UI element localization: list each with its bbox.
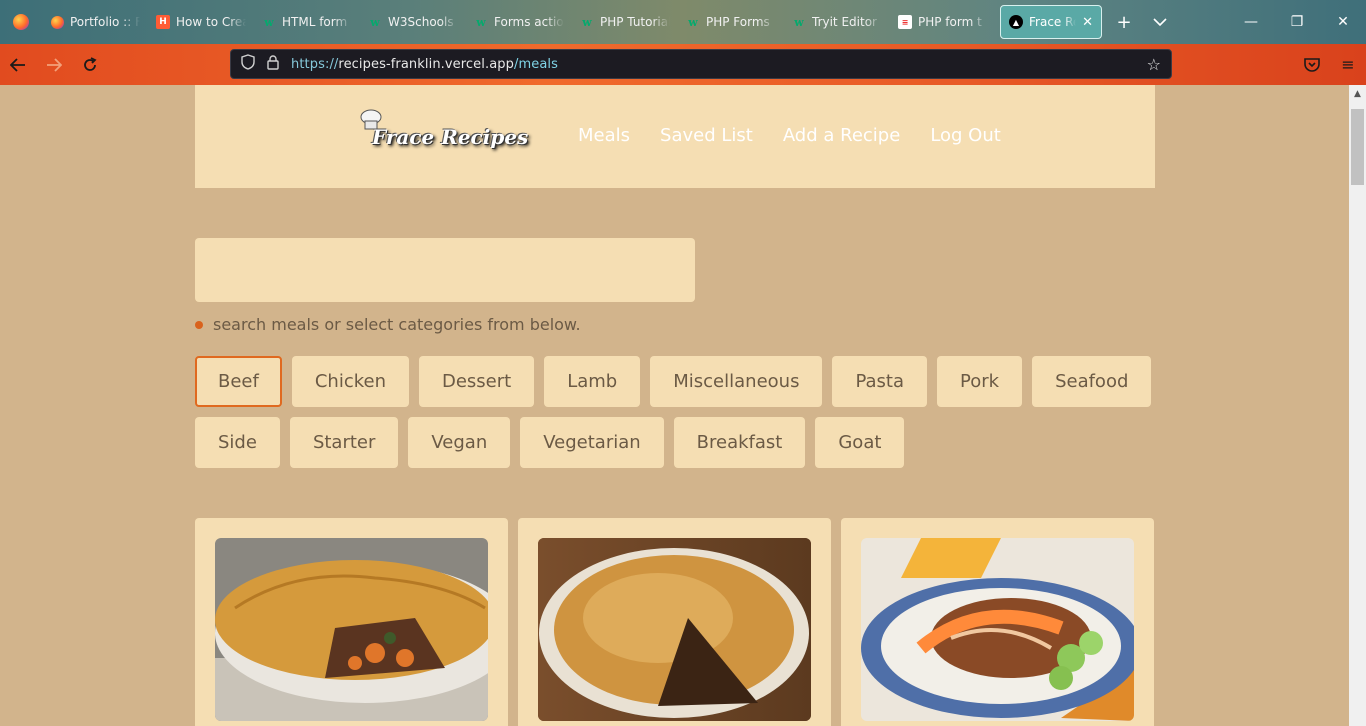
browser-tab-bar: Portfolio :: Frank H How to Create w HTM…	[0, 0, 1366, 44]
site-nav: Meals Saved List Add a Recipe Log Out	[578, 125, 1001, 146]
back-arrow-icon[interactable]	[0, 44, 36, 85]
search-input[interactable]	[195, 238, 695, 302]
category-lamb[interactable]: Lamb	[544, 356, 641, 407]
meal-card[interactable]	[518, 518, 831, 726]
reload-icon[interactable]	[72, 44, 108, 85]
bullet-dot	[195, 320, 203, 329]
nav-add-recipe[interactable]: Add a Recipe	[783, 125, 901, 146]
tab-label: PHP Tutorial	[600, 15, 670, 29]
category-dessert[interactable]: Dessert	[418, 356, 535, 407]
search-hint-text: search meals or select categories from b…	[213, 315, 581, 334]
w3schools-icon: w	[688, 15, 698, 29]
window-controls: — ❐ ✕	[1228, 0, 1366, 44]
category-miscellaneous[interactable]: Miscellaneous	[650, 356, 823, 407]
logo-text: Frace Recipes	[372, 125, 529, 149]
hamburger-menu-icon[interactable]: ≡	[1330, 44, 1366, 85]
browser-tab[interactable]: w PHP Forms	[678, 0, 784, 44]
browser-tab[interactable]: w Forms action	[466, 0, 572, 44]
category-vegetarian[interactable]: Vegetarian	[520, 417, 664, 468]
tab-label: Tryit Editor	[812, 15, 877, 29]
firefox-menu-icon[interactable]	[0, 0, 42, 44]
tab-label: HTML form	[282, 15, 348, 29]
nav-meals[interactable]: Meals	[578, 125, 630, 146]
nav-log-out[interactable]: Log Out	[930, 125, 1001, 146]
browser-tab[interactable]: H How to Create	[148, 0, 254, 44]
vertical-scrollbar[interactable]: ▲	[1349, 85, 1366, 726]
tab-label: Frace Recipes	[1029, 15, 1076, 29]
minimize-icon[interactable]: —	[1228, 0, 1274, 44]
page-viewport: Frace Recipes Meals Saved List Add a Rec…	[0, 85, 1349, 726]
pocket-icon[interactable]	[1294, 44, 1330, 85]
browser-tab[interactable]: ≡ PHP form t	[890, 0, 996, 44]
toolbar-right: ≡	[1294, 44, 1366, 85]
tab-label: Portfolio :: Frank	[70, 15, 140, 29]
scrollbar-thumb[interactable]	[1351, 109, 1364, 185]
tab-label: How to Create	[176, 15, 246, 29]
category-starter[interactable]: Starter	[289, 417, 399, 468]
list-tabs-chevron-icon[interactable]	[1142, 0, 1178, 44]
scroll-up-arrow-icon[interactable]: ▲	[1349, 85, 1366, 102]
forward-arrow-icon[interactable]	[36, 44, 72, 85]
pie-slice-photo[interactable]	[538, 538, 811, 721]
category-row: Side Starter Vegan Vegetarian Breakfast …	[195, 417, 1155, 468]
vercel-icon: ▲	[1009, 15, 1023, 29]
firefox-icon	[50, 15, 64, 29]
browser-tab[interactable]: w PHP Tutorial	[572, 0, 678, 44]
browser-nav-bar: https://recipes-franklin.vercel.app/meal…	[0, 44, 1366, 85]
site-header: Frace Recipes Meals Saved List Add a Rec…	[195, 85, 1155, 188]
url-scheme: https://	[291, 56, 339, 72]
document-icon: ≡	[898, 15, 912, 29]
url-text: https://recipes-franklin.vercel.app/meal…	[291, 57, 558, 72]
tab-label: W3Schools	[388, 15, 454, 29]
site-logo[interactable]: Frace Recipes	[350, 107, 528, 169]
category-list: Beef Chicken Dessert Lamb Miscellaneous …	[195, 356, 1155, 478]
category-pasta[interactable]: Pasta	[832, 356, 927, 407]
restore-icon[interactable]: ❐	[1274, 0, 1320, 44]
category-chicken[interactable]: Chicken	[291, 356, 409, 407]
search-hint: search meals or select categories from b…	[195, 315, 581, 334]
meal-card[interactable]	[841, 518, 1154, 726]
browser-tab[interactable]: w W3Schools	[360, 0, 466, 44]
category-pork[interactable]: Pork	[937, 356, 1023, 407]
browser-tab[interactable]: w HTML form	[254, 0, 360, 44]
address-bar[interactable]: https://recipes-franklin.vercel.app/meal…	[230, 49, 1172, 79]
url-host: recipes-franklin.vercel.app	[338, 56, 514, 72]
beef-salad-bowl-photo[interactable]	[861, 538, 1134, 721]
category-vegan[interactable]: Vegan	[408, 417, 511, 468]
lock-icon[interactable]	[267, 54, 279, 74]
bookmark-star-icon[interactable]: ☆	[1147, 55, 1161, 74]
w3schools-icon: w	[264, 15, 274, 29]
category-row: Beef Chicken Dessert Lamb Miscellaneous …	[195, 356, 1155, 407]
w3schools-icon: w	[582, 15, 592, 29]
category-goat[interactable]: Goat	[815, 417, 905, 468]
browser-tab[interactable]: Portfolio :: Frank	[42, 0, 148, 44]
tab-label: Forms action	[494, 15, 564, 29]
browser-tab[interactable]: w Tryit Editor	[784, 0, 890, 44]
w3schools-icon: w	[794, 15, 804, 29]
new-tab-icon[interactable]: +	[1106, 0, 1142, 44]
category-side[interactable]: Side	[195, 417, 280, 468]
category-seafood[interactable]: Seafood	[1032, 356, 1152, 407]
shield-icon[interactable]	[241, 54, 255, 74]
w3schools-icon: w	[476, 15, 486, 29]
nav-saved-list[interactable]: Saved List	[660, 125, 753, 146]
beef-pie-photo[interactable]	[215, 538, 488, 721]
hubspot-icon: H	[156, 15, 170, 29]
close-window-icon[interactable]: ✕	[1320, 0, 1366, 44]
meal-card-list	[195, 518, 1154, 726]
category-breakfast[interactable]: Breakfast	[673, 417, 806, 468]
meal-card[interactable]	[195, 518, 508, 726]
url-path: /meals	[514, 56, 558, 72]
category-beef[interactable]: Beef	[195, 356, 282, 407]
w3schools-icon: w	[370, 15, 380, 29]
tab-label: PHP Forms	[706, 15, 770, 29]
close-tab-icon[interactable]: ✕	[1082, 15, 1093, 30]
browser-tab-active[interactable]: ▲ Frace Recipes ✕	[1000, 5, 1102, 39]
tab-label: PHP form t	[918, 15, 982, 29]
